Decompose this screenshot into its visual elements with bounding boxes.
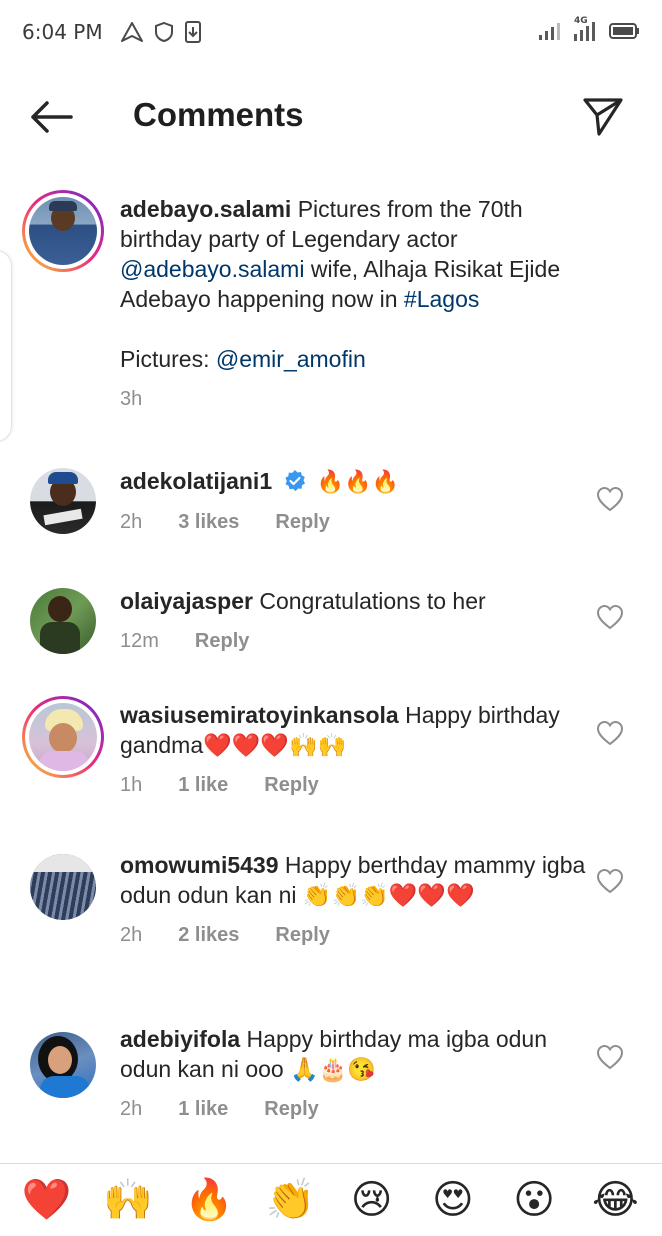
reply-button[interactable]: Reply — [264, 1094, 318, 1124]
caption-username[interactable]: adebayo.salami — [120, 196, 291, 222]
comment-time: 2h — [120, 511, 143, 533]
comment-body: omowumi5439 Happy berthday mammy igba od… — [120, 850, 590, 950]
emoji-laughing-button[interactable]: 😂 — [585, 1170, 645, 1230]
emoji-heart-eyes-button[interactable]: 😍 — [423, 1170, 483, 1230]
avatar-image — [30, 854, 96, 920]
comment-item: adebiyifola Happy birthday ma igba odun … — [0, 1024, 662, 1144]
header: Comments — [0, 80, 662, 156]
caption-pictures-credit: Pictures: @emir_amofin — [120, 344, 590, 374]
download-icon — [185, 21, 201, 43]
avatar-image — [30, 468, 96, 534]
reply-button[interactable]: Reply — [275, 920, 329, 950]
reply-button[interactable]: Reply — [275, 507, 329, 537]
comment-time: 12m — [120, 630, 159, 652]
status-bar: 6:04 PM 4G — [0, 0, 662, 66]
avatar[interactable] — [22, 460, 104, 542]
emoji-reaction-bar: ❤️ 🙌 🔥 👏 😢 😍 😮 😂 — [0, 1163, 662, 1236]
comment-body: wasiusemiratoyinkansola Happy birthday g… — [120, 700, 590, 800]
heart-icon[interactable] — [596, 486, 624, 512]
comment-time: 1h — [120, 774, 143, 796]
reply-button[interactable]: Reply — [264, 770, 318, 800]
status-time: 6:04 PM — [22, 20, 103, 44]
avatar[interactable] — [22, 580, 104, 662]
comment-likes[interactable]: 1 like — [178, 770, 228, 800]
avatar-image — [29, 197, 97, 265]
caption-hashtag[interactable]: #Lagos — [404, 286, 479, 312]
emoji-heart-button[interactable]: ❤️ — [17, 1170, 77, 1230]
comment-time: 2h — [120, 1098, 143, 1120]
heart-icon[interactable] — [596, 1044, 624, 1070]
avatar[interactable] — [22, 190, 104, 272]
avatar-image — [30, 588, 96, 654]
caption: adebayo.salami Pictures from the 70th bi… — [0, 190, 662, 430]
avatar-image — [29, 703, 97, 771]
comment-body: adebiyifola Happy birthday ma igba odun … — [120, 1024, 590, 1124]
back-arrow-icon — [31, 101, 73, 133]
emoji-clap-button[interactable]: 👏 — [260, 1170, 320, 1230]
heart-icon[interactable] — [596, 868, 624, 894]
shield-icon — [155, 21, 173, 43]
avatar-image — [30, 1032, 96, 1098]
page-title: Comments — [133, 96, 304, 133]
comment-meta: 2h 1 like Reply — [120, 1094, 590, 1124]
heart-icon[interactable] — [596, 720, 624, 746]
caption-meta: 3h — [120, 384, 590, 414]
emoji-surprised-button[interactable]: 😮 — [504, 1170, 564, 1230]
avatar[interactable] — [22, 1024, 104, 1106]
emoji-crying-button[interactable]: 😢 — [342, 1170, 402, 1230]
comment-username[interactable]: wasiusemiratoyinkansola — [120, 702, 399, 728]
emoji-raised-hands-button[interactable]: 🙌 — [98, 1170, 158, 1230]
heart-icon[interactable] — [596, 604, 624, 630]
emoji-fire-button[interactable]: 🔥 — [179, 1170, 239, 1230]
comment-username[interactable]: adebiyifola — [120, 1026, 240, 1052]
comment-text: 🔥🔥🔥 — [316, 469, 400, 494]
status-icons-left — [120, 20, 202, 44]
caption-body: adebayo.salami Pictures from the 70th bi… — [120, 194, 590, 414]
comment-username[interactable]: olaiyajasper — [120, 588, 253, 614]
avatar[interactable] — [22, 696, 104, 778]
comment-meta: 12m Reply — [120, 626, 590, 656]
comment-meta: 1h 1 like Reply — [120, 770, 590, 800]
pictures-mention[interactable]: @emir_amofin — [216, 346, 366, 372]
caption-mention[interactable]: @adebayo.salami — [120, 256, 304, 282]
pictures-label: Pictures: — [120, 346, 216, 372]
comment-item: wasiusemiratoyinkansola Happy birthday g… — [0, 696, 662, 816]
comment-meta: 2h 3 likes Reply — [120, 507, 590, 537]
back-button[interactable] — [26, 94, 76, 140]
send-icon — [583, 98, 623, 136]
comment-text: Congratulations to her — [259, 588, 486, 614]
comment-likes[interactable]: 2 likes — [178, 920, 239, 950]
4g-signal-icon: 4G — [572, 16, 598, 42]
battery-icon — [609, 23, 639, 39]
avatar[interactable] — [22, 846, 104, 928]
comment-body: adekolatijani1 🔥🔥🔥 2h 3 likes Reply — [120, 466, 590, 537]
status-icons-right: 4G — [538, 16, 640, 42]
comment-likes[interactable]: 3 likes — [178, 507, 239, 537]
comment-item: adekolatijani1 🔥🔥🔥 2h 3 likes Reply — [0, 460, 662, 550]
verified-badge-icon — [284, 470, 305, 491]
reply-button[interactable]: Reply — [195, 626, 249, 656]
caption-time: 3h — [120, 388, 143, 410]
comment-item: olaiyajasper Congratulations to her 12m … — [0, 580, 662, 670]
comment-time: 2h — [120, 924, 143, 946]
navigation-icon — [121, 22, 143, 42]
comment-likes[interactable]: 1 like — [178, 1094, 228, 1124]
comment-username[interactable]: adekolatijani1 — [120, 468, 272, 494]
comment-item: omowumi5439 Happy berthday mammy igba od… — [0, 846, 662, 996]
comment-username[interactable]: omowumi5439 — [120, 852, 279, 878]
signal-icon — [539, 23, 560, 40]
comment-body: olaiyajasper Congratulations to her 12m … — [120, 586, 590, 656]
comment-meta: 2h 2 likes Reply — [120, 920, 590, 950]
share-button[interactable] — [580, 94, 626, 140]
